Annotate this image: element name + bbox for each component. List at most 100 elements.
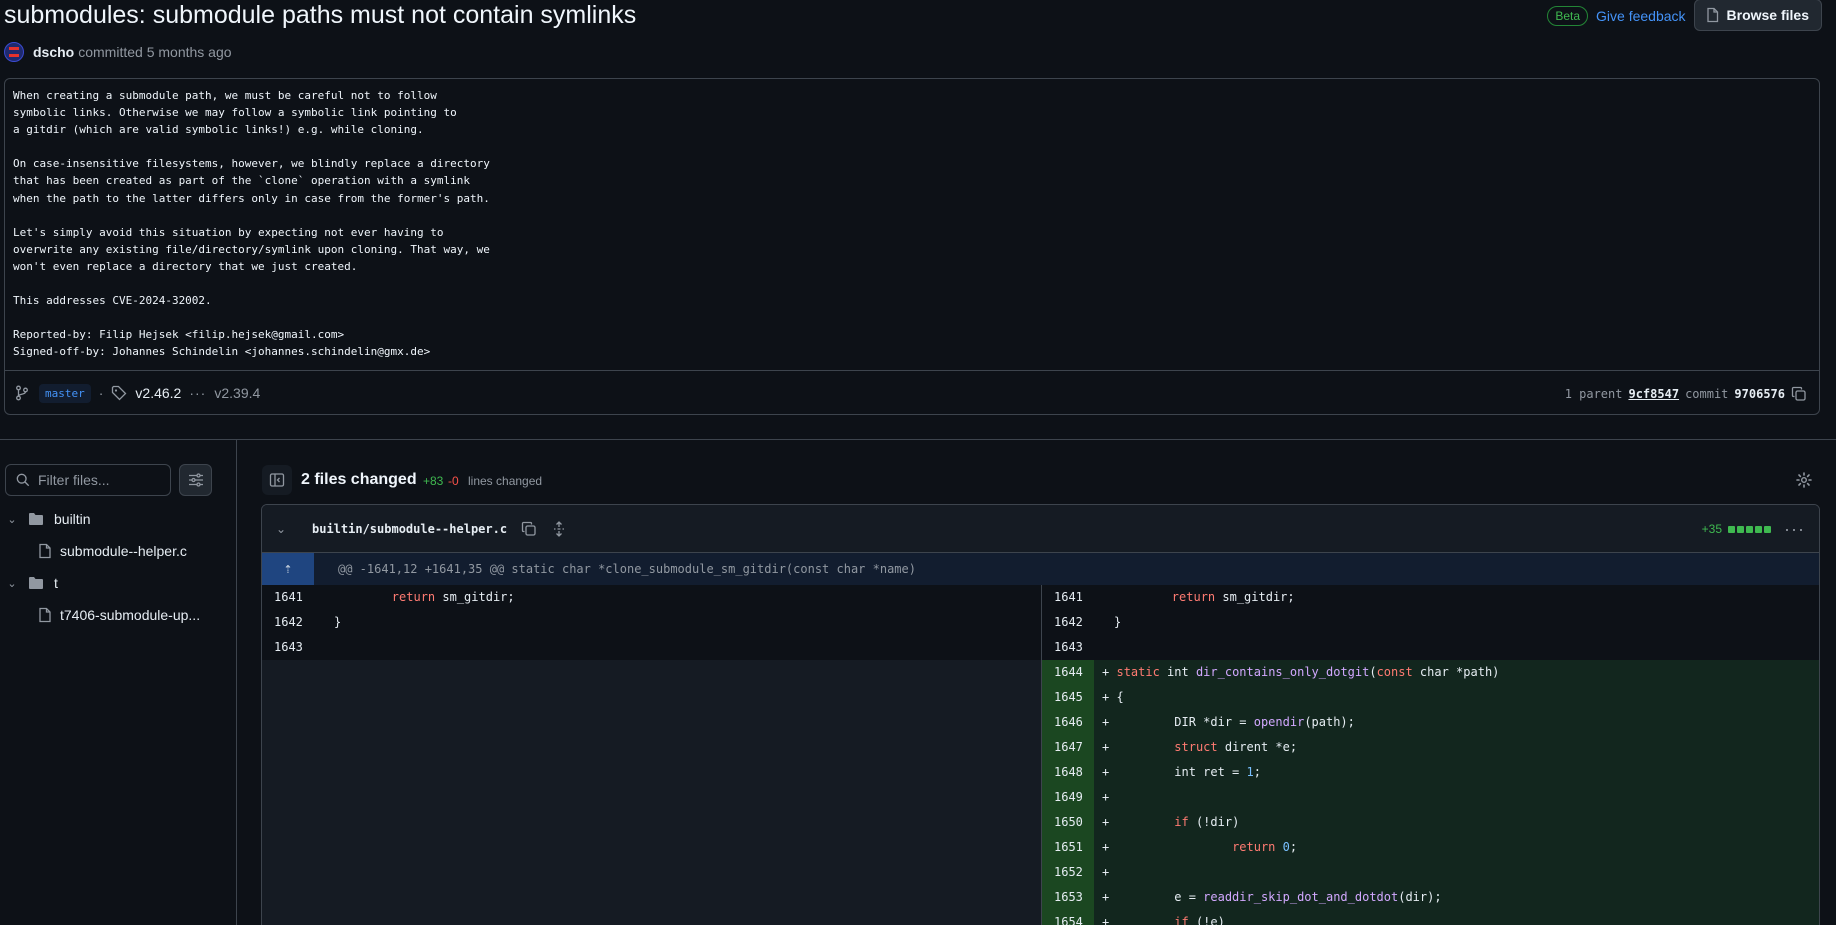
commit-message-box: When creating a submodule path, we must …	[4, 78, 1820, 415]
line-number[interactable]: 1648	[1042, 760, 1094, 785]
line-number[interactable]: 1653	[1042, 885, 1094, 910]
filter-files-input[interactable]	[38, 472, 168, 488]
committed-text: committed 5 months ago	[78, 44, 232, 60]
additions-count: +83	[423, 474, 444, 488]
diff-line-added: 1651 + return 0;	[1042, 835, 1819, 860]
parent-label: 1 parent	[1564, 386, 1623, 401]
line-number[interactable]: 1642	[262, 610, 314, 635]
hunk-text: @@ -1641,12 +1641,35 @@ static char *clo…	[338, 562, 916, 576]
browse-files-label: Browse files	[1726, 6, 1809, 23]
line-number[interactable]: 1645	[1042, 685, 1094, 710]
file-tree-sidebar: ⌄ builtin submodule--helper.c ⌄ t t7406-…	[0, 440, 237, 925]
tree-file-t7406[interactable]: t7406-submodule-up...	[38, 601, 200, 629]
copy-path-button[interactable]	[521, 521, 537, 537]
diff-line-added: 1645 + {	[1042, 685, 1819, 710]
line-number[interactable]: 1641	[262, 585, 314, 610]
diff-line-added: 1652 +	[1042, 860, 1819, 885]
diffstat-blocks	[1728, 525, 1771, 533]
diff-line-added: 1648 + int ret = 1;	[1042, 760, 1819, 785]
deletions-count: -0	[448, 474, 459, 488]
diff-line-added: 1646 + DIR *dir = opendir(path);	[1042, 710, 1819, 735]
empty-filler	[262, 660, 1041, 925]
line-number[interactable]: 1652	[1042, 860, 1094, 885]
line-number[interactable]: 1649	[1042, 785, 1094, 810]
diff-line-added: 1647 + struct dirent *e;	[1042, 735, 1819, 760]
tree-folder-builtin[interactable]: ⌄ builtin	[4, 505, 91, 533]
tree-label: builtin	[54, 511, 91, 527]
author-link[interactable]: dscho	[33, 44, 74, 60]
expand-icon	[554, 520, 565, 537]
filter-files-box[interactable]	[5, 464, 171, 496]
tree-file-submodule-helper[interactable]: submodule--helper.c	[38, 537, 187, 565]
tag-icon	[112, 385, 127, 401]
folder-icon	[29, 513, 43, 525]
commit-label: commit	[1685, 386, 1729, 401]
file-icon	[39, 543, 51, 559]
copy-icon[interactable]	[1791, 386, 1807, 402]
commit-sha: 9706576	[1734, 386, 1785, 401]
diff-line-added: 1650 + if (!dir)	[1042, 810, 1819, 835]
browse-icon	[1706, 7, 1718, 22]
avatar[interactable]	[4, 42, 24, 62]
chevron-down-icon[interactable]: ⌄	[276, 522, 292, 536]
line-number[interactable]: 1651	[1042, 835, 1094, 860]
expand-up-button[interactable]: ⇡	[262, 553, 314, 585]
branch-badge[interactable]: master	[39, 383, 91, 403]
diff-line: 1643	[1042, 635, 1819, 660]
diff-line-added: 1653 + e = readdir_skip_dot_and_dotdot(d…	[1042, 885, 1819, 910]
files-changed-count: 2 files changed	[301, 471, 417, 488]
expand-all-button[interactable]	[551, 520, 567, 537]
tree-label: submodule--helper.c	[60, 543, 187, 559]
line-number[interactable]: 1650	[1042, 810, 1094, 835]
tag-last[interactable]: v2.39.4	[214, 385, 260, 401]
commit-message: When creating a submodule path, we must …	[13, 89, 490, 359]
diff-line: 1642 }	[262, 610, 1041, 635]
parent-sha-link[interactable]: 9cf8547	[1628, 387, 1679, 401]
commit-meta-bar: master · v2.46.2 ··· v2.39.4 1 parent 9c…	[5, 370, 1819, 415]
commit-byline: dscho committed 5 months ago	[4, 41, 232, 63]
line-number[interactable]: 1644	[1042, 660, 1094, 685]
line-number[interactable]: 1643	[262, 635, 314, 660]
diff-line: 1643	[262, 635, 1041, 660]
header-actions: Beta Give feedback Browse files	[1547, 0, 1822, 32]
diff-line-added: 1654 + if (!e)	[1042, 910, 1819, 925]
filter-settings-icon	[188, 473, 203, 487]
line-number[interactable]: 1654	[1042, 910, 1094, 925]
more-tags-button[interactable]: ···	[189, 385, 206, 401]
sidebar-collapse-icon	[269, 473, 285, 487]
diff-settings-button[interactable]	[1794, 470, 1814, 490]
diff-line-added: 1649 +	[1042, 785, 1819, 810]
tree-label: t	[54, 575, 58, 591]
section-divider	[0, 439, 1836, 440]
gear-icon	[1796, 472, 1812, 488]
file-diff-stats: +35	[1702, 505, 1771, 553]
separator-dot: ·	[98, 385, 104, 401]
file-additions: +35	[1701, 522, 1722, 536]
kebab-icon[interactable]: ···	[1784, 519, 1805, 540]
diff-line: 1642 }	[1042, 610, 1819, 635]
tree-folder-t[interactable]: ⌄ t	[4, 569, 58, 597]
hunk-header: ⇡ @@ -1641,12 +1641,35 @@ static char *c…	[262, 553, 1819, 585]
diff-left-pane: 1641 return sm_gitdir; 1642 } 1643	[262, 585, 1041, 925]
lines-changed-label: lines changed	[468, 474, 543, 488]
line-number[interactable]: 1641	[1042, 585, 1094, 610]
line-number[interactable]: 1642	[1042, 610, 1094, 635]
diff-line: 1641 return sm_gitdir;	[1042, 585, 1819, 610]
chevron-down-icon: ⌄	[7, 513, 17, 526]
chevron-down-icon: ⌄	[7, 577, 17, 590]
line-number[interactable]: 1646	[1042, 710, 1094, 735]
give-feedback-link[interactable]: Give feedback	[1596, 8, 1686, 24]
filter-options-button[interactable]	[179, 464, 212, 496]
diff-right-pane: 1641 return sm_gitdir; 1642 } 1643 1644 …	[1041, 585, 1819, 925]
branch-icon	[16, 385, 28, 401]
beta-badge: Beta	[1547, 6, 1589, 26]
line-number[interactable]: 1647	[1042, 735, 1094, 760]
diff-line: 1641 return sm_gitdir;	[262, 585, 1041, 610]
copy-icon	[521, 521, 536, 536]
collapse-sidebar-button[interactable]	[262, 465, 292, 495]
tag-first[interactable]: v2.46.2	[135, 385, 181, 401]
browse-files-button[interactable]: Browse files	[1693, 0, 1822, 31]
line-number[interactable]: 1643	[1042, 635, 1094, 660]
file-path[interactable]: builtin/submodule--helper.c	[312, 522, 507, 536]
diff-line-added: 1644 + static int dir_contains_only_dotg…	[1042, 660, 1819, 685]
